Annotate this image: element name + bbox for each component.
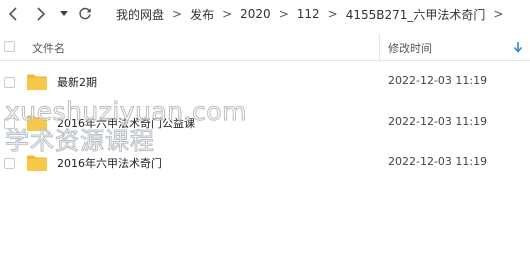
file-name[interactable]: 2016年六甲法术奇门 (57, 155, 162, 171)
navigation-bar: 我的网盘 > 发布 > 2020 > 112 > 4155B271_六甲法术奇门… (0, 0, 530, 28)
list-item[interactable]: 最新2期 2022-12-03 11:19 (0, 63, 530, 101)
back-button[interactable] (3, 4, 23, 24)
column-divider[interactable] (379, 34, 380, 60)
refresh-icon (79, 7, 91, 20)
breadcrumb-item-2020[interactable]: 2020 (240, 7, 271, 21)
file-modified-time: 2022-12-03 11:19 (388, 115, 488, 128)
file-modified-time: 2022-12-03 11:19 (388, 155, 488, 168)
file-browser: 我的网盘 > 发布 > 2020 > 112 > 4155B271_六甲法术奇门… (0, 0, 530, 262)
chevron-left-icon (8, 7, 17, 21)
list-item[interactable]: 2016年六甲法术奇门公益课 2022-12-03 11:19 (0, 104, 530, 142)
row-checkbox[interactable] (4, 77, 15, 88)
chevron-right-icon (37, 7, 46, 21)
breadcrumb-item-current-folder[interactable]: 4155B271_六甲法术奇门 (346, 6, 486, 23)
column-header-name[interactable]: 文件名 (32, 40, 65, 56)
column-header: 文件名 修改时间 (0, 34, 530, 61)
breadcrumb-item-my-drive[interactable]: 我的网盘 (116, 6, 164, 23)
row-checkbox[interactable] (4, 158, 15, 169)
file-name[interactable]: 2016年六甲法术奇门公益课 (57, 115, 195, 131)
chevron-right-icon: > (222, 7, 233, 21)
chevron-right-icon: > (327, 7, 338, 21)
folder-icon (27, 155, 47, 171)
history-dropdown-button[interactable] (57, 4, 71, 24)
sort-arrow-down-icon[interactable] (513, 41, 523, 53)
breadcrumb-item-112[interactable]: 112 (297, 7, 320, 21)
caret-down-icon (60, 11, 68, 16)
chevron-right-icon[interactable]: > (493, 7, 503, 21)
folder-icon (27, 115, 47, 131)
folder-icon (27, 74, 47, 90)
breadcrumb-item-publish[interactable]: 发布 (190, 6, 214, 23)
select-all-checkbox[interactable] (4, 41, 15, 52)
chevron-right-icon: > (278, 7, 289, 21)
chevron-right-icon: > (172, 7, 183, 21)
column-header-modified-time[interactable]: 修改时间 (388, 40, 432, 56)
refresh-button[interactable] (75, 4, 95, 24)
list-item[interactable]: 2016年六甲法术奇门 2022-12-03 11:19 (0, 144, 530, 182)
forward-button[interactable] (31, 4, 51, 24)
file-modified-time: 2022-12-03 11:19 (388, 74, 488, 87)
row-checkbox[interactable] (4, 118, 15, 129)
breadcrumb: 我的网盘 > 发布 > 2020 > 112 > 4155B271_六甲法术奇门… (116, 0, 511, 28)
file-name[interactable]: 最新2期 (57, 74, 97, 90)
